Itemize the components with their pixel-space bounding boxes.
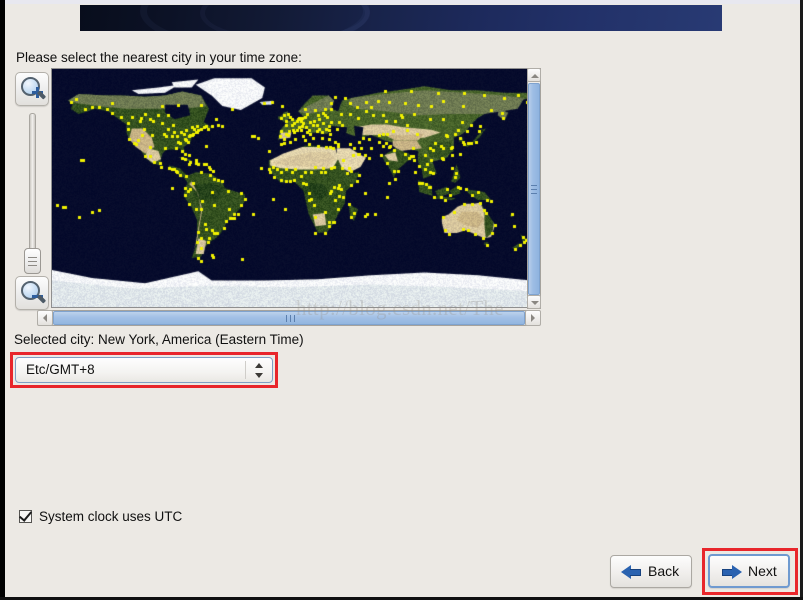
- scroll-left-button[interactable]: [37, 310, 53, 326]
- back-button-label: Back: [648, 563, 679, 579]
- installer-window: Please select the nearest city in your t…: [0, 0, 803, 600]
- banner-swirl-decoration-2: [200, 5, 370, 31]
- chevron-right-icon: [531, 314, 535, 322]
- scroll-up-button[interactable]: [527, 68, 541, 82]
- magnifier-handle: [37, 90, 46, 99]
- installer-banner: [80, 5, 722, 31]
- timezone-map-area: [12, 68, 540, 328]
- chevron-down-icon: [531, 301, 539, 305]
- selected-city-label: Selected city: New York, America (Easter…: [14, 332, 304, 347]
- horizontal-scroll-thumb[interactable]: [53, 311, 525, 325]
- next-button[interactable]: Next: [708, 554, 790, 588]
- updown-chevron-icon: [253, 362, 265, 379]
- map-vertical-scrollbar[interactable]: [527, 68, 541, 309]
- timezone-combo-value: Etc/GMT+8: [26, 362, 95, 377]
- chevron-left-icon: [43, 314, 47, 322]
- world-map-raster: [52, 69, 531, 307]
- check-icon: [19, 508, 32, 522]
- utc-checkbox-label: System clock uses UTC: [39, 509, 182, 524]
- world-map[interactable]: [51, 68, 540, 308]
- map-zoom-slider-track[interactable]: [29, 113, 36, 268]
- map-horizontal-scrollbar[interactable]: [37, 310, 541, 326]
- window-left-edge: [0, 0, 5, 600]
- world-map-canvas[interactable]: [52, 69, 531, 307]
- chevron-up-icon: [531, 74, 539, 78]
- zoom-in-button[interactable]: [15, 72, 49, 106]
- vertical-scroll-thumb[interactable]: [528, 83, 540, 295]
- next-button-label: Next: [748, 563, 777, 579]
- map-zoom-slider-thumb[interactable]: [24, 248, 41, 274]
- scroll-right-button[interactable]: [525, 310, 541, 326]
- zoom-out-button[interactable]: [15, 276, 49, 310]
- page-title: Please select the nearest city in your t…: [16, 50, 302, 65]
- arrow-right-icon: [720, 565, 744, 580]
- arrow-left-icon: [621, 565, 645, 580]
- window-top-edge: [0, 0, 803, 4]
- utc-checkbox[interactable]: [19, 510, 32, 523]
- timezone-combobox[interactable]: Etc/GMT+8: [15, 357, 273, 383]
- scroll-down-button[interactable]: [527, 295, 541, 309]
- magnifier-handle: [37, 294, 46, 303]
- back-button[interactable]: Back: [610, 555, 692, 588]
- combo-separator: [245, 361, 246, 379]
